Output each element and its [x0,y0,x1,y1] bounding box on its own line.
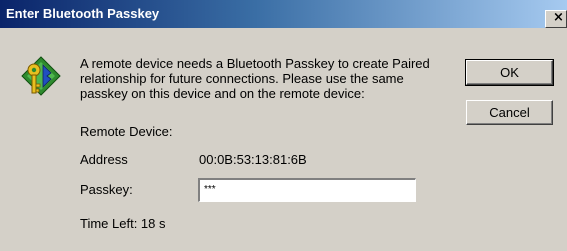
close-button[interactable]: × [545,10,567,28]
ok-button[interactable]: OK [465,59,554,86]
address-value: 00:0B:53:13:81:6B [199,152,307,167]
window-title: Enter Bluetooth Passkey [6,6,160,21]
dialog-message: A remote device needs a Bluetooth Passke… [80,56,430,101]
close-icon: × [553,10,564,25]
passkey-label: Passkey: [80,182,133,197]
cancel-button[interactable]: Cancel [466,100,553,125]
title-bar: Enter Bluetooth Passkey [0,0,567,28]
key-icon [21,56,61,96]
passkey-input[interactable]: *** [198,178,416,202]
address-label: Address [80,152,128,167]
remote-device-label: Remote Device: [80,124,173,139]
time-left-text: Time Left: 18 s [80,216,166,231]
